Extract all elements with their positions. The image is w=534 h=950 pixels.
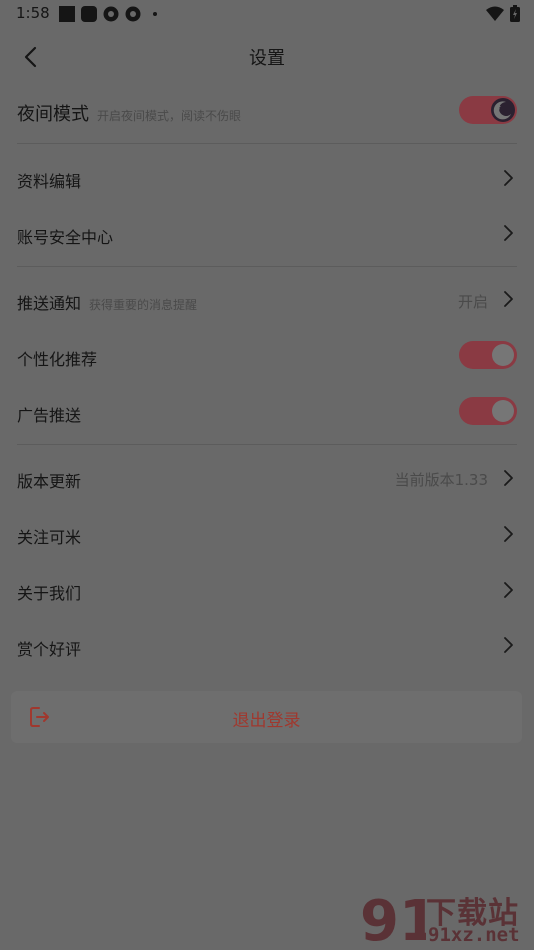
chevron-right-icon [504,526,513,542]
page-title: 设置 [249,48,285,69]
push-notification-row[interactable]: 推送通知 获得重要的消息提醒 开启 [0,280,534,320]
aperture-icon [103,6,119,22]
chevron-right-icon [504,637,513,653]
divider [17,266,517,267]
notification-square-icon [59,6,75,22]
night-mode-toggle[interactable] [459,96,517,124]
ad-push-toggle[interactable] [459,397,517,425]
ad-push-label: 广告推送 [17,406,82,425]
wifi-icon [486,6,504,21]
version-update-label: 版本更新 [17,472,82,491]
notification-rounded-icon [81,6,97,22]
night-mode-sub: 开启夜间模式，阅读不伤眼 [97,109,242,123]
moon-icon [491,98,515,122]
chevron-right-icon [504,582,513,598]
svg-text:91: 91 [360,889,426,950]
toggle-knob [492,344,514,366]
follow-kemi-row[interactable]: 关注可米 [0,514,534,554]
chevron-right-icon [504,291,513,307]
logout-button[interactable]: 退出登录 [11,691,522,743]
account-security-label: 账号安全中心 [17,228,114,247]
push-notification-label: 推送通知 [17,294,82,313]
rate-us-row[interactable]: 赏个好评 [0,626,534,666]
status-bar: 1:58 [0,0,534,28]
chevron-right-icon [504,470,513,486]
about-us-label: 关于我们 [17,584,82,603]
chevron-right-icon [504,225,513,241]
more-notifications-dot-icon [153,12,157,16]
push-notification-sub: 获得重要的消息提醒 [89,298,198,312]
profile-edit-row[interactable]: 资料编辑 [0,158,534,198]
watermark: 91 下载站 91xz.net [360,888,530,950]
account-security-row[interactable]: 账号安全中心 [0,214,534,254]
toggle-knob [492,400,514,422]
divider [17,143,517,144]
status-time: 1:58 [16,4,50,22]
watermark-url: 91xz.net [428,924,520,946]
aperture-icon [125,6,141,22]
personalized-recommend-toggle[interactable] [459,341,517,369]
night-mode-row: 夜间模式 开启夜间模式，阅读不伤眼 [0,88,534,132]
about-us-row[interactable]: 关于我们 [0,570,534,610]
personalized-recommend-label: 个性化推荐 [17,350,98,369]
push-notification-value: 开启 [457,293,488,311]
follow-kemi-label: 关注可米 [17,528,82,547]
top-bar: 设置 [0,30,534,82]
battery-icon [510,5,520,22]
current-version-value: 当前版本1.33 [394,471,488,489]
personalized-recommend-row: 个性化推荐 [0,336,534,376]
version-update-row[interactable]: 版本更新 当前版本1.33 [0,458,534,498]
divider [17,444,517,445]
status-right [486,5,520,22]
profile-edit-label: 资料编辑 [17,172,82,191]
ad-push-row: 广告推送 [0,392,534,432]
night-mode-label: 夜间模式 [17,104,89,125]
watermark-logo-icon: 91 [360,889,426,950]
chevron-right-icon [504,170,513,186]
logout-label: 退出登录 [232,711,301,731]
notification-icons [59,6,157,22]
rate-us-label: 赏个好评 [17,640,82,659]
